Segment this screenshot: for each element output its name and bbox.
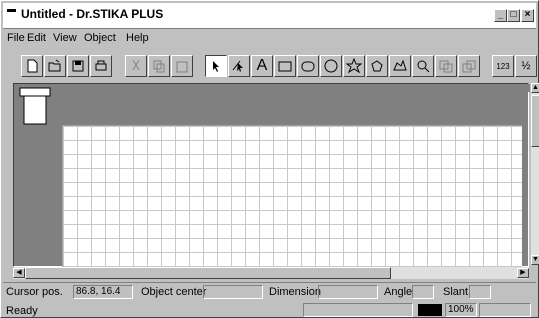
status-indicator [418, 304, 442, 316]
status-text: Ready [6, 305, 38, 317]
menu-bar: File Edit View Object Help [3, 31, 536, 47]
fraction-button[interactable]: ½ [515, 55, 537, 77]
bring-front-button[interactable] [435, 55, 457, 77]
restore-button[interactable]: □ [507, 9, 520, 22]
rounded-rect-tool[interactable] [297, 55, 319, 77]
open-folder-icon [48, 59, 61, 72]
scroll-up-button[interactable]: ▲ [531, 83, 539, 93]
scroll-left-button[interactable]: ◀ [13, 268, 25, 278]
vertical-scroll-thumb[interactable] [531, 95, 539, 147]
menu-object[interactable]: Object [84, 32, 116, 44]
ellipse-tool[interactable] [320, 55, 342, 77]
zoom-tool[interactable] [412, 55, 434, 77]
dimension-label: Dimension [269, 286, 321, 298]
title-bar: Untitled - Dr.STIKA PLUS _ □ × [3, 3, 536, 29]
horizontal-scrollbar[interactable]: ◀ ▶ [13, 267, 529, 279]
copy-button[interactable] [148, 55, 170, 77]
window-title: Untitled - Dr.STIKA PLUS [21, 7, 164, 21]
new-document-icon [27, 59, 38, 73]
object-center-value [203, 285, 263, 299]
numbering-button[interactable]: 123 [492, 55, 514, 77]
horizontal-scroll-thumb[interactable] [25, 267, 391, 279]
vertical-scrollbar[interactable]: ▲ ▼ [530, 83, 539, 265]
cursor-pos-value: 86.8, 16.4 [73, 285, 133, 299]
menu-view[interactable]: View [53, 32, 77, 44]
text-tool[interactable]: A [251, 55, 273, 77]
node-arrow-icon [232, 60, 243, 72]
angle-value [412, 285, 434, 299]
send-back-button[interactable] [458, 55, 480, 77]
clipboard-icon [176, 61, 188, 73]
circle-icon [324, 59, 338, 73]
star-tool[interactable] [343, 55, 365, 77]
plotter-icon [19, 87, 51, 125]
new-button[interactable] [21, 55, 43, 77]
ruler-strip [14, 84, 530, 92]
scroll-right-button[interactable]: ▶ [517, 268, 529, 278]
bring-front-icon [439, 60, 453, 73]
send-back-icon [462, 60, 476, 73]
app-window: Untitled - Dr.STIKA PLUS _ □ × File Edit… [0, 0, 539, 318]
angle-label: Angle [384, 286, 413, 298]
slant-label: Slant [443, 286, 469, 298]
status-pane [303, 303, 413, 317]
paste-button[interactable] [171, 55, 193, 77]
rectangle-icon [278, 61, 292, 72]
polygon-tool[interactable] [366, 55, 388, 77]
status-pane-right [479, 303, 531, 317]
menu-help[interactable]: Help [126, 32, 149, 44]
info-bar: Cursor pos. 86.8, 16.4 Object center Dim… [3, 282, 536, 300]
node-edit-tool[interactable] [228, 55, 250, 77]
copy-icon [153, 60, 165, 73]
zoom-level: 100% [445, 303, 477, 317]
toolbar: A 123 ½ [3, 51, 537, 81]
minimize-button[interactable]: _ [494, 9, 507, 22]
scissors-icon [132, 59, 140, 71]
select-tool[interactable] [205, 55, 227, 77]
cut-button[interactable] [125, 55, 147, 77]
object-center-label: Object center [141, 286, 207, 298]
star-icon [346, 58, 362, 74]
open-button[interactable] [44, 55, 66, 77]
dimension-value [318, 285, 378, 299]
canvas-area[interactable] [13, 83, 530, 267]
scroll-down-button[interactable]: ▼ [531, 255, 539, 265]
print-button[interactable] [90, 55, 112, 77]
rounded-rectangle-icon [301, 61, 315, 72]
freehand-tool[interactable] [389, 55, 411, 77]
cursor-pos-label: Cursor pos. [6, 286, 63, 298]
printer-icon [95, 60, 107, 71]
arrow-pointer-icon [213, 61, 219, 72]
freehand-shape-icon [393, 59, 407, 71]
drawing-sheet[interactable] [62, 125, 522, 267]
system-menu-icon[interactable] [7, 9, 16, 12]
save-button[interactable] [67, 55, 89, 77]
slant-value [469, 285, 491, 299]
magnifier-icon [417, 60, 430, 73]
floppy-disk-icon [72, 60, 84, 72]
rectangle-tool[interactable] [274, 55, 296, 77]
menu-file[interactable]: File [7, 32, 25, 44]
status-bar: Ready 100% [3, 303, 536, 317]
polygon-icon [371, 60, 383, 72]
menu-edit[interactable]: Edit [27, 32, 46, 44]
close-button[interactable]: × [521, 9, 534, 22]
